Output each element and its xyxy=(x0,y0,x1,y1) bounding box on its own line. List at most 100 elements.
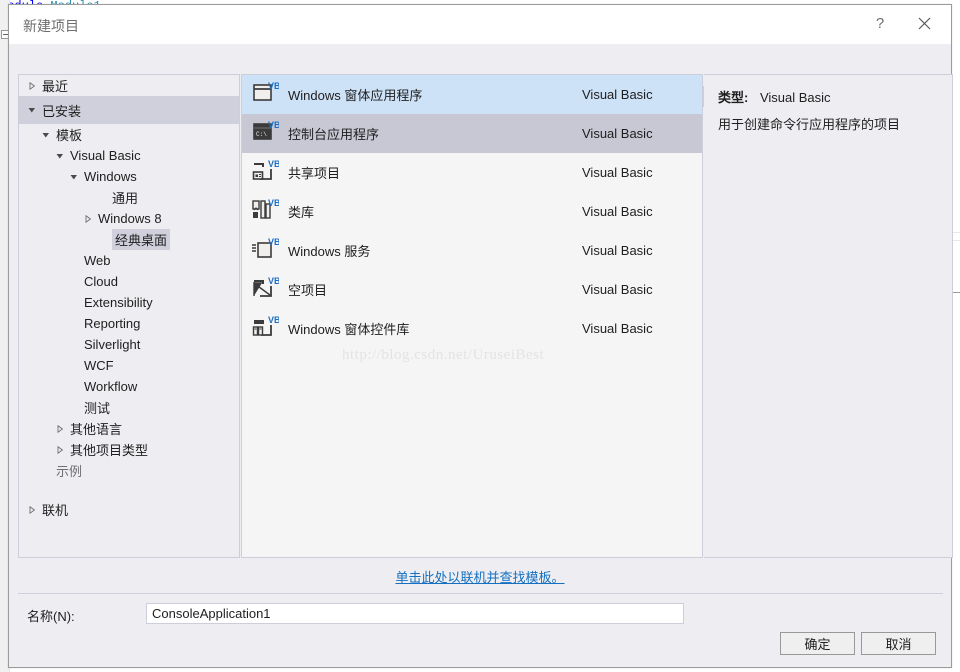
template-list-item[interactable]: VB Windows 窗体应用程序 Visual Basic xyxy=(242,75,702,114)
template-language: Visual Basic xyxy=(582,321,653,336)
template-list-item[interactable]: VB Windows 窗体控件库 Visual Basic xyxy=(242,309,702,348)
ok-button[interactable]: 确定 xyxy=(780,632,855,655)
dialog-titlebar: 新建项目 ? xyxy=(9,5,951,44)
svg-text:VB: VB xyxy=(268,159,279,169)
template-language: Visual Basic xyxy=(582,87,653,102)
sidebar-item-label: 联机 xyxy=(42,503,69,518)
triangle-right-icon[interactable] xyxy=(25,81,39,90)
sidebar-item-label: Web xyxy=(84,253,111,268)
sidebar-item[interactable]: Extensibility xyxy=(19,292,239,313)
empty-project-icon: VB xyxy=(242,276,288,304)
windows-forms-app-icon: VB xyxy=(242,81,288,109)
windows-service-icon: VB xyxy=(242,237,288,265)
dialog-toolbar: .NET Framework 2.0 排序依据: 默认值 xyxy=(9,43,953,108)
template-language: Visual Basic xyxy=(582,126,653,141)
sidebar-item[interactable]: WCF xyxy=(19,355,239,376)
triangle-right-icon[interactable] xyxy=(25,505,39,514)
watermark-text: http://blog.csdn.net/UruseiBest xyxy=(342,347,545,363)
triangle-down-icon[interactable] xyxy=(25,106,39,114)
console-app-icon: C:\VB xyxy=(242,120,288,148)
sidebar-item-label: Silverlight xyxy=(84,337,141,352)
sidebar-item[interactable]: Web xyxy=(19,250,239,271)
sidebar-item[interactable]: 其他语言 xyxy=(19,418,239,439)
sidebar-item[interactable]: 测试 xyxy=(19,397,239,418)
sidebar-item-label: 经典桌面 xyxy=(112,229,171,250)
triangle-down-icon[interactable] xyxy=(67,173,81,181)
close-icon[interactable] xyxy=(907,9,941,37)
template-name: Windows 窗体应用程序 xyxy=(288,88,423,103)
template-language: Visual Basic xyxy=(582,282,653,297)
template-name: 类库 xyxy=(288,205,315,220)
template-name: Windows 服务 xyxy=(288,244,371,259)
project-name-input[interactable] xyxy=(146,603,684,624)
template-language: Visual Basic xyxy=(582,243,653,258)
sidebar-item[interactable]: 最近 xyxy=(19,75,239,96)
svg-text:VB: VB xyxy=(268,315,279,325)
footer-divider xyxy=(18,593,943,594)
sidebar-item[interactable]: Reporting xyxy=(19,313,239,334)
svg-text:C:\: C:\ xyxy=(256,131,267,138)
template-language: Visual Basic xyxy=(582,165,653,180)
new-project-dialog: 新建项目 ? .NET Framework 2.0 排序依据: 默认值 xyxy=(8,4,953,668)
template-type-label: 类型: xyxy=(718,90,749,105)
sidebar-item[interactable]: 联机 xyxy=(19,499,239,520)
triangle-right-icon[interactable] xyxy=(53,445,67,454)
template-list-item[interactable]: VB Windows 服务 Visual Basic xyxy=(242,231,702,270)
sidebar-item-label: 测试 xyxy=(84,401,111,416)
template-language: Visual Basic xyxy=(582,204,653,219)
sidebar-item-label: 最近 xyxy=(42,79,69,94)
sidebar-item[interactable]: Windows xyxy=(19,166,239,187)
svg-text:VB: VB xyxy=(268,120,279,130)
svg-text:VB: VB xyxy=(268,81,279,91)
sidebar-item[interactable]: 模板 xyxy=(19,124,239,145)
triangle-down-icon[interactable] xyxy=(53,152,67,160)
template-list-item[interactable]: VB 类库 Visual Basic xyxy=(242,192,702,231)
windows-forms-control-library-icon: VB xyxy=(242,315,288,343)
sidebar-item-label: Workflow xyxy=(84,379,138,394)
categories-tree[interactable]: 最近已安装模板 Visual Basic Windows 通用 Windows 8 经典桌… xyxy=(18,74,240,558)
sidebar-item-label: Reporting xyxy=(84,316,141,331)
template-info-panel: 类型: Visual Basic 用于创建命令行应用程序的项目 xyxy=(704,74,953,558)
template-list-item[interactable]: C:\VB控制台应用程序Visual Basic xyxy=(242,114,702,153)
sidebar-item[interactable]: Workflow xyxy=(19,376,239,397)
sidebar-item-label: 已安装 xyxy=(42,103,82,119)
sidebar-item-label: 其他语言 xyxy=(70,422,123,437)
sidebar-item-label: 其他项目类型 xyxy=(70,443,149,458)
svg-text:VB: VB xyxy=(268,198,279,208)
sidebar-item[interactable]: 其他项目类型 xyxy=(19,439,239,460)
template-description: 用于创建命令行应用程序的项目 xyxy=(718,117,901,132)
help-icon[interactable]: ? xyxy=(863,9,897,37)
cancel-button[interactable]: 取消 xyxy=(861,632,936,655)
triangle-right-icon[interactable] xyxy=(81,214,95,223)
triangle-down-icon[interactable] xyxy=(39,131,53,139)
sidebar-item-label: Windows 8 xyxy=(98,211,162,226)
sidebar-item[interactable]: 通用 xyxy=(19,187,239,208)
sidebar-item[interactable]: Silverlight xyxy=(19,334,239,355)
online-templates-link-text[interactable]: 单击此处以联机并查找模板。 xyxy=(395,570,564,585)
sidebar-item[interactable]: 示例 xyxy=(19,460,239,481)
sidebar-item[interactable]: 已安装 xyxy=(19,96,239,124)
template-list-item[interactable]: VB 共享项目 Visual Basic xyxy=(242,153,702,192)
svg-text:VB: VB xyxy=(268,276,279,286)
sidebar-item-label: 模板 xyxy=(56,128,83,143)
sidebar-item[interactable]: Cloud xyxy=(19,271,239,292)
sidebar-item[interactable]: 经典桌面 xyxy=(19,229,239,250)
project-name-label: 名称(N): xyxy=(27,609,75,624)
sidebar-item-label: Windows xyxy=(84,169,137,184)
template-list[interactable]: VBWindows 窗体应用程序Visual BasicC:\VB控制台应用程序… xyxy=(241,74,703,558)
online-templates-link[interactable]: 单击此处以联机并查找模板。 xyxy=(9,567,951,586)
sidebar-item-label: Extensibility xyxy=(84,295,153,310)
template-name: Windows 窗体控件库 xyxy=(288,322,410,337)
sidebar-item-label: 通用 xyxy=(112,191,139,206)
template-list-item[interactable]: VB 空项目 Visual Basic xyxy=(242,270,702,309)
template-type-value: Visual Basic xyxy=(759,90,831,105)
template-name: 控制台应用程序 xyxy=(288,127,380,142)
sidebar-item[interactable]: Windows 8 xyxy=(19,208,239,229)
triangle-right-icon[interactable] xyxy=(53,424,67,433)
dialog-title: 新建项目 xyxy=(23,18,79,34)
sidebar-item-label: Cloud xyxy=(84,274,118,289)
sidebar-item-label: WCF xyxy=(84,358,114,373)
class-library-icon: VB xyxy=(242,198,288,226)
sidebar-item[interactable]: Visual Basic xyxy=(19,145,239,166)
template-name: 空项目 xyxy=(288,283,328,298)
